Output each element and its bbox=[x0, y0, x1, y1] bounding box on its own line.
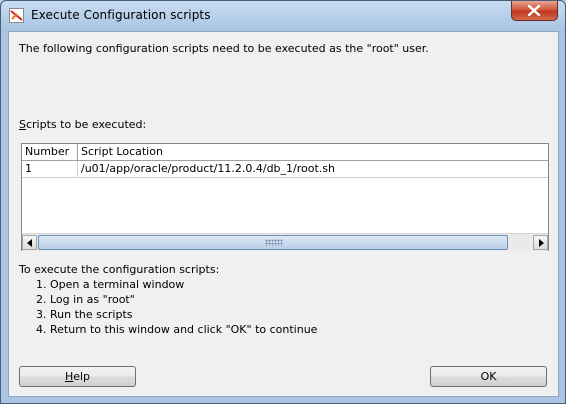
instructions-heading: To execute the configuration scripts: bbox=[19, 263, 220, 276]
cell-number: 1 bbox=[22, 161, 78, 177]
cell-script-location: /u01/app/oracle/product/11.2.0.4/db_1/ro… bbox=[81, 162, 335, 175]
help-button-rest: elp bbox=[73, 370, 91, 383]
instruction-step-4: 4. Return to this window and click "OK" … bbox=[36, 323, 318, 336]
close-button[interactable] bbox=[511, 1, 558, 21]
instruction-step-1: 1. Open a terminal window bbox=[36, 278, 185, 291]
scripts-label: Scripts to be executed: bbox=[19, 118, 146, 131]
arrow-left-icon bbox=[27, 239, 32, 247]
ok-button[interactable]: OK bbox=[430, 366, 547, 387]
table-header: Number Script Location bbox=[22, 144, 548, 161]
title-bar[interactable]: Execute Configuration scripts bbox=[1, 1, 565, 31]
scrollbar-thumb[interactable] bbox=[38, 235, 508, 250]
help-button[interactable]: Help bbox=[19, 366, 136, 387]
close-icon bbox=[527, 5, 541, 16]
scrollbar-grip bbox=[265, 239, 283, 246]
scripts-table: Number Script Location 1 /u01/app/oracle… bbox=[21, 143, 549, 251]
instruction-step-3: 3. Run the scripts bbox=[36, 308, 133, 321]
table-row[interactable]: 1 /u01/app/oracle/product/11.2.0.4/db_1/… bbox=[22, 161, 548, 178]
horizontal-scrollbar[interactable] bbox=[22, 233, 548, 251]
dialog-content: The following configuration scripts need… bbox=[8, 31, 559, 397]
window-title: Execute Configuration scripts bbox=[31, 8, 211, 22]
scripts-label-rest: cripts to be executed: bbox=[25, 118, 147, 131]
scroll-left-button[interactable] bbox=[22, 235, 37, 250]
instruction-step-2: 2. Log in as "root" bbox=[36, 293, 135, 306]
column-header-script-location[interactable]: Script Location bbox=[78, 144, 548, 160]
help-button-mnemonic: H bbox=[64, 370, 74, 383]
column-header-number[interactable]: Number bbox=[22, 144, 78, 160]
app-icon bbox=[9, 8, 24, 23]
scripts-label-mnemonic: S bbox=[19, 118, 26, 131]
dialog-window: Execute Configuration scripts The follow… bbox=[0, 0, 566, 404]
arrow-right-icon bbox=[539, 239, 544, 247]
intro-text: The following configuration scripts need… bbox=[19, 42, 429, 55]
scroll-right-button[interactable] bbox=[533, 235, 548, 250]
